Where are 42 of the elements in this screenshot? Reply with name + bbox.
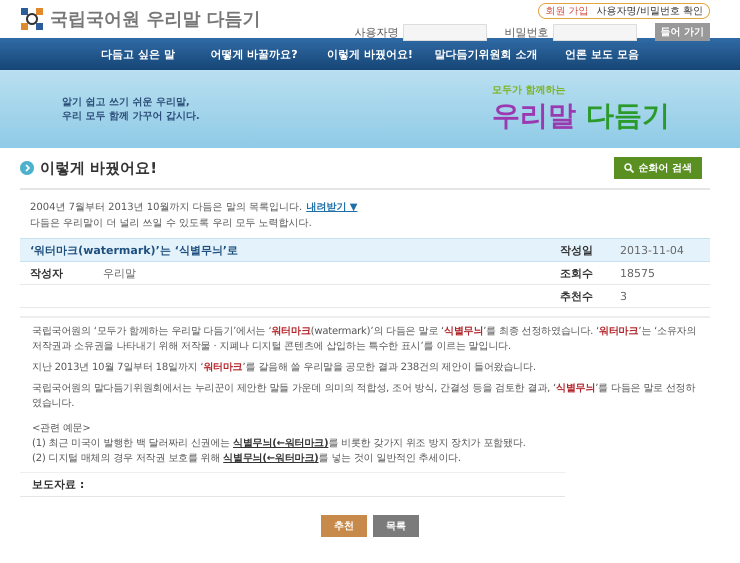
banner-subtitle: 모두가 함께하는: [492, 84, 566, 97]
search-button[interactable]: 순화어 검색: [614, 157, 702, 179]
join-link[interactable]: 회원 가입: [545, 4, 588, 18]
nav-item[interactable]: 다듬고 싶은 말: [80, 38, 196, 70]
intro-text: 다듬은 우리말이 더 널리 쓰일 수 있도록 우리 모두 노력합시다.: [30, 217, 313, 230]
examples-heading: <관련 예문>: [32, 422, 92, 436]
article-paragraph: 지난 2013년 10월 7일부터 18일까지 ‘워터마크’를 갈음해 쓸 우리말을 공모한 결과 238건의 제안이 들어왔습니다.: [32, 361, 537, 375]
banner-title: 다듬기: [586, 98, 670, 134]
article-title: ‘워터마크(watermark)’는 ‘식별무늬’로: [30, 242, 239, 258]
slogan-text: 알기 쉽고 쓰기 쉬운 우리말,: [62, 96, 191, 109]
example-sentence: (2) 디지털 매체의 경우 저작권 보호를 위해 식별무늬(←워터마크)를 넣는 것이 일반적인 추세이다.: [32, 452, 462, 466]
banner-title: 우리말: [492, 98, 576, 134]
search-icon: [624, 163, 634, 173]
nav-item[interactable]: 언론 보도 모음: [544, 38, 660, 70]
date-value: 2013-11-04: [620, 244, 685, 256]
recommend-label: 추천수: [560, 288, 594, 304]
site-title: 국립국어원 우리말 다듬기: [50, 8, 261, 31]
download-link[interactable]: 내려받기 ▼: [306, 200, 358, 214]
date-label: 작성일: [560, 242, 594, 258]
password-field[interactable]: [552, 24, 637, 40]
page-title: 이렇게 바꿨어요!: [40, 158, 158, 178]
list-button[interactable]: 목록: [373, 515, 419, 537]
author-label: 작성자: [30, 266, 63, 280]
slogan-text: 우리 모두 함께 가꾸어 갑시다.: [62, 110, 200, 123]
logo-icon: [20, 7, 44, 31]
article-paragraph: 국립국어원의 ‘모두가 함께하는 우리말 다듬기’에서는 ‘워터마크(watermark)’의 다듬은 말로 ‘식별무늬’를 최종 선정하였습니다. ‘워터마크’는 ‘소유자의 저작권과 소유권을 나타내기 위해 저작물 · 지폐나 디지털 콘텐츠에 삽입하는 특수한 표시’를 이르는 말입니다.: [32, 325, 698, 354]
example-sentence: (1) 최근 미국이 발행한 백 달러짜리 신권에는 식별무늬(←워터마크)를 비롯한 갖가지 위조 방지 장치가 포함됐다.: [32, 437, 527, 451]
username-field[interactable]: [402, 24, 487, 40]
nav-item[interactable]: 어떻게 바꿀까요?: [196, 38, 312, 70]
username-label: 사용자명: [354, 24, 399, 40]
press-label: 보도자료 :: [20, 472, 565, 497]
nav-item[interactable]: 이렇게 바꿨어요!: [312, 38, 428, 70]
intro-text: 2004년 7월부터 2013년 10월까지 다듬은 말의 목록입니다.: [30, 201, 302, 214]
recommend-value: 3: [620, 290, 628, 302]
views-value: 18575: [620, 266, 656, 280]
nav-item[interactable]: 말다듬기위원회 소개: [428, 38, 544, 70]
find-account-link[interactable]: 사용자명/비밀번호 확인: [596, 4, 703, 18]
password-label: 비밀번호: [504, 24, 549, 40]
author-value: 우리말: [103, 266, 136, 280]
article-paragraph: 국립국어원의 말다듬기위원회에서는 누리꾼이 제안한 말들 가운데 의미의 적합성, 조어 방식, 간결성 등을 검토한 결과, ‘식별무늬’를 다듬은 말로 선정하였습니다.: [32, 382, 696, 411]
chevron-circle-icon: [20, 161, 34, 175]
views-label: 조회수: [560, 266, 594, 280]
